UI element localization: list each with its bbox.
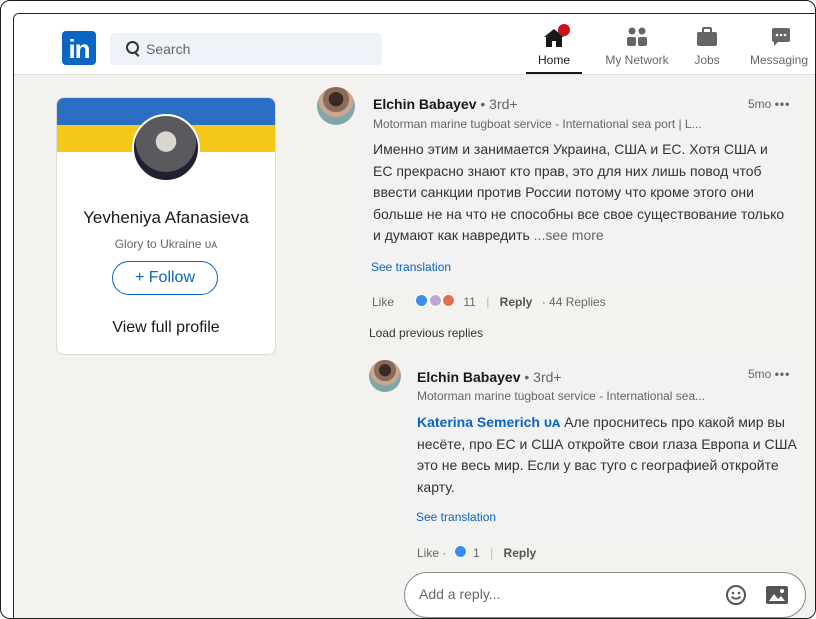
mention-link[interactable]: Katerina Semerich ᴜᴀ <box>417 414 560 430</box>
action-divider: | <box>490 546 494 560</box>
reply-see-translation-link[interactable]: See translation <box>416 510 496 524</box>
load-previous-replies-link[interactable]: Load previous replies <box>369 326 483 340</box>
browser-frame: in Search Home My Network Jobs Messaging… <box>0 0 816 619</box>
network-icon <box>627 27 647 46</box>
view-full-profile-link[interactable]: View full profile <box>57 319 275 337</box>
linkedin-page: in Search Home My Network Jobs Messaging… <box>13 13 815 618</box>
reply-button[interactable]: Reply <box>500 295 533 309</box>
profile-name[interactable]: Yevheniya Afanasieva <box>57 208 275 228</box>
search-input[interactable]: Search <box>110 33 382 65</box>
nav-home-label: Home <box>537 53 570 67</box>
profile-avatar[interactable] <box>132 114 200 182</box>
search-placeholder: Search <box>146 41 191 57</box>
reply-author-subtitle: Motorman marine tugboat service - Intern… <box>417 389 706 403</box>
reply-reactions[interactable]: 1 <box>453 545 483 560</box>
reply-input-placeholder: Add a reply... <box>419 586 501 602</box>
image-icon[interactable] <box>765 584 789 606</box>
profile-tagline: Glory to Ukraine ᴜᴀ <box>114 237 218 251</box>
like-reaction-icon <box>415 294 429 307</box>
reply-time: 5mo ••• <box>748 367 790 381</box>
reply-author-avatar[interactable] <box>369 360 401 392</box>
reply-actions: Like · 1 | Reply <box>417 545 536 560</box>
reply-text-block: Katerina Semerich ᴜᴀ Але проснитесь про … <box>417 412 797 498</box>
profile-card: Yevheniya Afanasieva Glory to Ukraine ᴜᴀ… <box>56 97 276 355</box>
more-options-icon[interactable]: ••• <box>775 97 791 111</box>
nav-jobs-label: Jobs <box>694 53 720 67</box>
like-button[interactable]: Like <box>372 295 394 309</box>
messaging-icon <box>772 28 790 46</box>
reply-timestamp: 5mo <box>748 367 772 381</box>
reply-author[interactable]: Elchin Babayev • 3rd+ <box>417 369 562 385</box>
reactions[interactable]: 11 <box>415 294 479 309</box>
reply-like-button[interactable]: Like · <box>417 546 446 560</box>
comment-timestamp: 5mo <box>748 97 772 111</box>
more-options-icon[interactable]: ••• <box>775 367 791 381</box>
replies-count[interactable]: · 44 Replies <box>542 295 606 309</box>
nav-home[interactable]: Home <box>526 20 582 74</box>
briefcase-icon <box>697 27 717 46</box>
comment-actions: Like 11 | Reply · 44 Replies <box>372 294 606 309</box>
comment-author-subtitle: Motorman marine tugboat service - Intern… <box>373 117 702 131</box>
follow-button[interactable]: + Follow <box>112 261 218 295</box>
commenter-avatar[interactable] <box>317 87 355 125</box>
like-reaction-icon <box>453 545 467 558</box>
notification-badge <box>558 24 570 36</box>
reply-author-degree: • 3rd+ <box>524 369 562 385</box>
nav-messaging-label: Messaging <box>750 53 809 67</box>
reply-author-name[interactable]: Elchin Babayev <box>417 369 521 385</box>
see-more-link[interactable]: ...see more <box>534 227 604 243</box>
nav-jobs[interactable]: Jobs <box>686 20 728 72</box>
support-reaction-icon <box>428 294 442 307</box>
comment-author-degree: • 3rd+ <box>480 96 518 112</box>
linkedin-logo[interactable]: in <box>62 31 96 65</box>
top-navigation-bar: in Search Home My Network Jobs Messaging <box>14 14 815 75</box>
reply-reply-button[interactable]: Reply <box>504 546 537 560</box>
comment-author-name[interactable]: Elchin Babayev <box>373 96 477 112</box>
love-reaction-icon <box>442 294 456 307</box>
reply-reaction-count: 1 <box>473 546 480 560</box>
comment-author[interactable]: Elchin Babayev • 3rd+ <box>373 96 518 112</box>
comment-text-block: Именно этим и занимается Украина, США и … <box>373 139 791 247</box>
search-icon <box>126 41 139 54</box>
comment-bubble: Elchin Babayev • 3rd+ 5mo ••• Motorman m… <box>360 85 804 288</box>
nav-my-network-label: My Network <box>605 53 669 67</box>
reply-input[interactable]: Add a reply... <box>404 572 806 618</box>
action-divider: | <box>486 295 490 309</box>
nav-messaging[interactable]: Messaging <box>742 20 815 72</box>
reply-bubble: Elchin Babayev • 3rd+ 5mo ••• Motorman m… <box>405 354 804 538</box>
reaction-count: 11 <box>463 295 476 309</box>
comment-time: 5mo ••• <box>748 97 790 111</box>
emoji-icon[interactable] <box>725 584 747 606</box>
nav-my-network[interactable]: My Network <box>598 20 676 72</box>
see-translation-link[interactable]: See translation <box>371 260 451 274</box>
